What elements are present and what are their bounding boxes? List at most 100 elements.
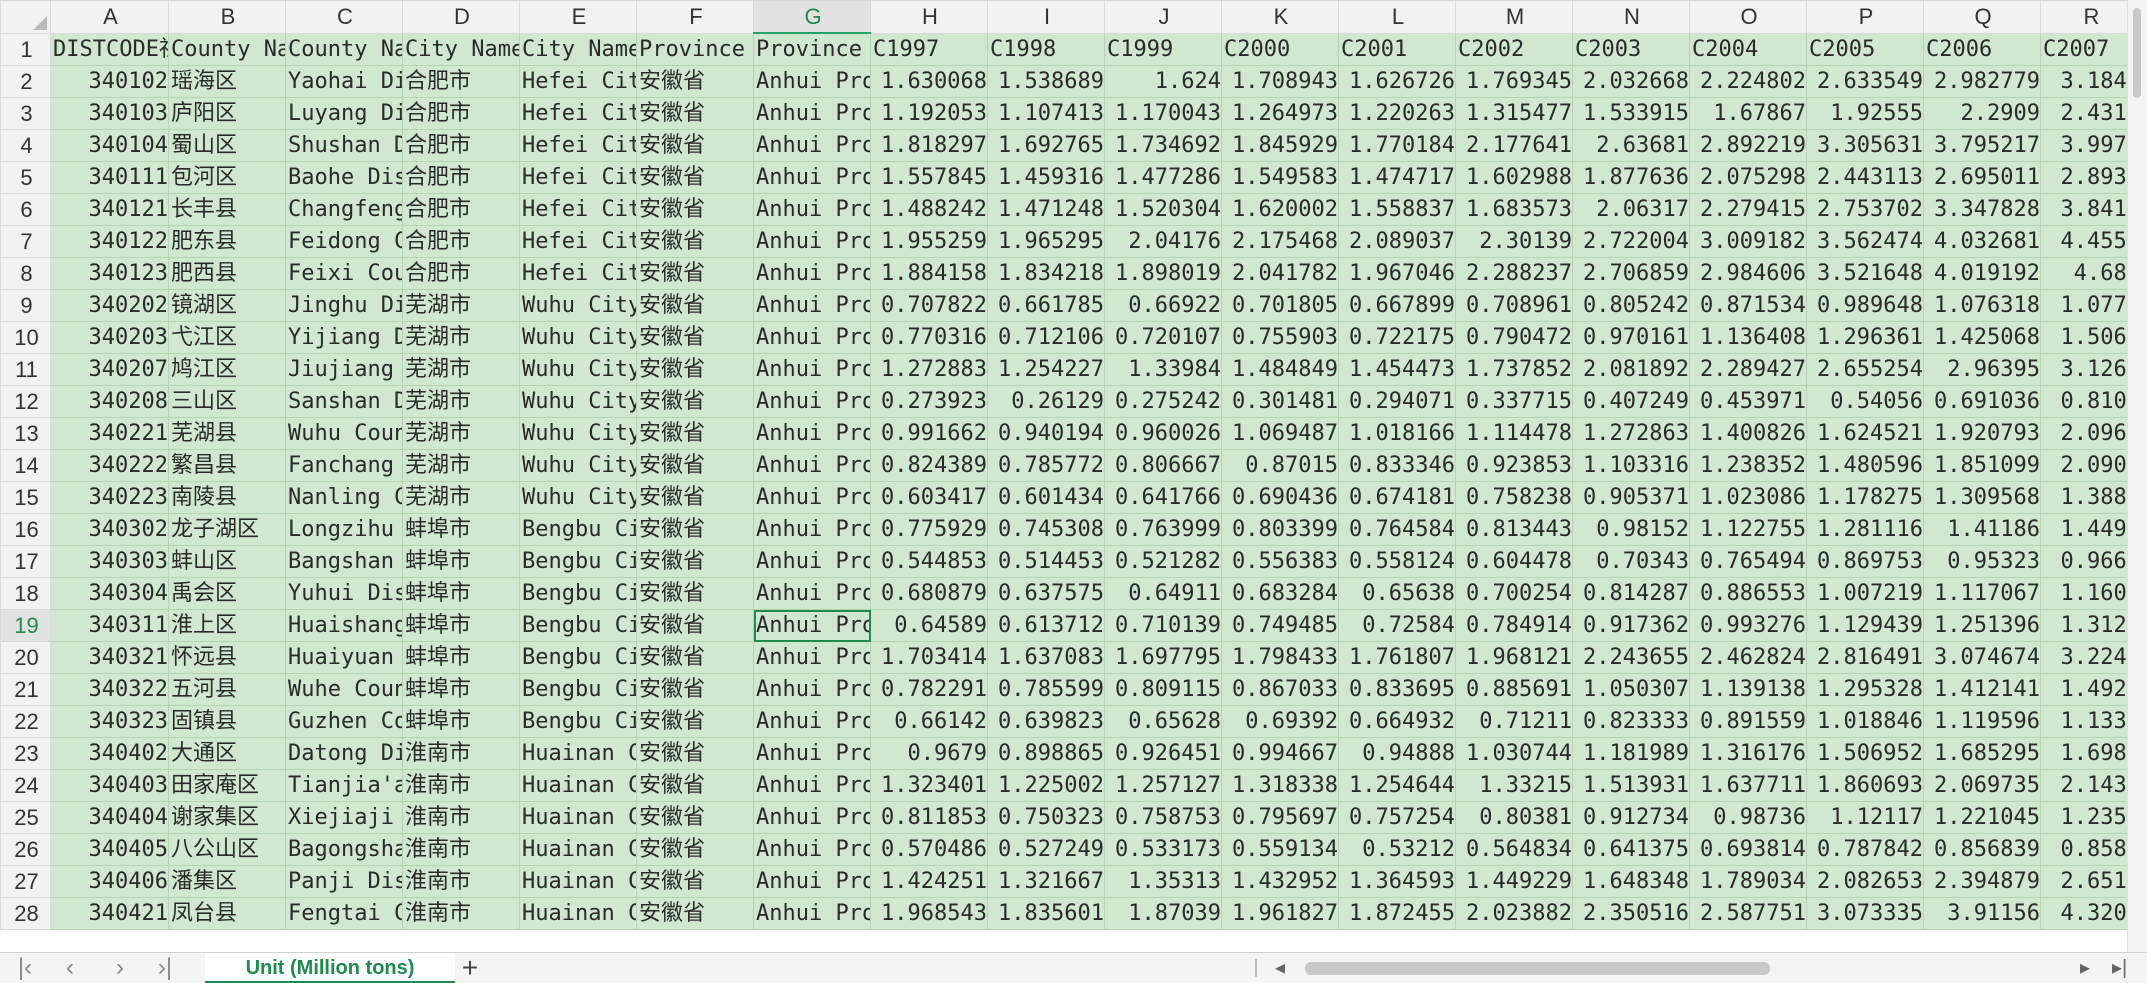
cell[interactable]: 1.538689 xyxy=(987,65,1105,98)
cell[interactable]: 0.758753 xyxy=(1104,801,1222,834)
cell[interactable]: 安徽省 xyxy=(636,449,754,482)
cell[interactable]: 安徽省 xyxy=(636,641,754,674)
column-header-a[interactable]: A xyxy=(50,0,169,34)
cell[interactable]: Bengbu Ci xyxy=(519,577,637,610)
cell[interactable]: 0.72584 xyxy=(1338,609,1456,642)
cell[interactable]: 0.683284 xyxy=(1221,577,1339,610)
cell[interactable]: 1.737852 xyxy=(1455,353,1573,386)
cell[interactable]: Anhui Pro xyxy=(753,161,871,194)
cell[interactable]: Anhui Pro xyxy=(753,353,871,386)
cell[interactable]: Wuhu City xyxy=(519,481,637,514)
cell[interactable]: 1.872455 xyxy=(1338,897,1456,930)
cell[interactable]: Jinghu Di xyxy=(285,289,403,322)
cell[interactable]: 合肥市 xyxy=(402,161,520,194)
column-header-m[interactable]: M xyxy=(1455,0,1573,34)
cell[interactable]: 安徽省 xyxy=(636,481,754,514)
cell[interactable]: 0.770316 xyxy=(870,321,988,354)
cell[interactable]: Anhui Pro xyxy=(753,193,871,226)
cell[interactable]: 1.769345 xyxy=(1455,65,1573,98)
cell[interactable]: 1.968543 xyxy=(870,897,988,930)
cell[interactable]: Guzhen Co xyxy=(285,705,403,738)
cell[interactable]: 0.301481 xyxy=(1221,385,1339,418)
cell[interactable]: 1.114478 xyxy=(1455,417,1573,450)
cell[interactable]: 0.905371 xyxy=(1572,481,1690,514)
cell[interactable]: 0.9662 xyxy=(2040,545,2128,578)
cell[interactable]: 繁昌县 xyxy=(168,449,286,482)
cell[interactable]: 0.722175 xyxy=(1338,321,1456,354)
cell[interactable]: Anhui Pro xyxy=(753,641,871,674)
first-sheet-icon[interactable]: |‹ xyxy=(10,955,40,981)
cell[interactable]: 1.965295 xyxy=(987,225,1105,258)
cell[interactable]: 1.178275 xyxy=(1806,481,1924,514)
row-header[interactable]: 28 xyxy=(0,897,51,930)
cell[interactable]: 2.069735 xyxy=(1923,769,2041,802)
cell[interactable]: 淮南市 xyxy=(402,833,520,866)
cell[interactable]: 长丰县 xyxy=(168,193,286,226)
column-header-j[interactable]: J xyxy=(1104,0,1222,34)
cell[interactable]: 1.851099 xyxy=(1923,449,2041,482)
header-cell[interactable]: DISTCODE社 xyxy=(50,32,169,66)
cell[interactable]: Datong Di xyxy=(285,737,403,770)
header-cell[interactable]: C2000 xyxy=(1221,32,1339,66)
cell[interactable]: 340322 xyxy=(50,673,169,706)
cell[interactable]: Bengbu Ci xyxy=(519,545,637,578)
cell[interactable]: 3.795217 xyxy=(1923,129,2041,162)
cell[interactable]: Anhui Pro xyxy=(753,449,871,482)
cell[interactable]: 0.833346 xyxy=(1338,449,1456,482)
header-cell[interactable]: C1999 xyxy=(1104,32,1222,66)
cell[interactable]: 3.521648 xyxy=(1806,257,1924,290)
cell[interactable]: Anhui Pro xyxy=(753,673,871,706)
cell[interactable]: 0.813443 xyxy=(1455,513,1573,546)
cell[interactable]: 0.749485 xyxy=(1221,609,1339,642)
cell[interactable]: Anhui Pro xyxy=(753,65,871,98)
cell[interactable]: 1.477286 xyxy=(1104,161,1222,194)
cell[interactable]: Bengbu Ci xyxy=(519,705,637,738)
cell[interactable]: 340123 xyxy=(50,257,169,290)
cell[interactable]: 2.2909 xyxy=(1923,97,2041,130)
cell[interactable]: 1.480596 xyxy=(1806,449,1924,482)
cell[interactable]: 淮南市 xyxy=(402,801,520,834)
cell[interactable]: 1.364593 xyxy=(1338,865,1456,898)
header-cell[interactable]: C2004 xyxy=(1689,32,1807,66)
cell[interactable]: 三山区 xyxy=(168,385,286,418)
cell[interactable]: 0.763999 xyxy=(1104,513,1222,546)
cell[interactable]: Anhui Pro xyxy=(753,321,871,354)
cell[interactable]: 0.521282 xyxy=(1104,545,1222,578)
cell[interactable]: 0.54056 xyxy=(1806,385,1924,418)
header-cell[interactable]: Province xyxy=(753,32,871,66)
cell[interactable]: 0.701805 xyxy=(1221,289,1339,322)
cell[interactable]: Bengbu Ci xyxy=(519,641,637,674)
cell[interactable]: 0.960026 xyxy=(1104,417,1222,450)
prev-sheet-icon[interactable]: ‹ xyxy=(55,955,85,981)
cell[interactable]: Anhui Pro xyxy=(753,225,871,258)
cell[interactable]: 340221 xyxy=(50,417,169,450)
cell[interactable]: 0.720107 xyxy=(1104,321,1222,354)
cell[interactable]: Anhui Pro xyxy=(753,481,871,514)
cell[interactable]: 0.885691 xyxy=(1455,673,1573,706)
cell[interactable]: Yaohai Di xyxy=(285,65,403,98)
cell[interactable]: 3.1261 xyxy=(2040,353,2128,386)
cell[interactable]: 淮上区 xyxy=(168,609,286,642)
cell[interactable]: 芜湖市 xyxy=(402,353,520,386)
cell[interactable]: 1.734692 xyxy=(1104,129,1222,162)
column-header-c[interactable]: C xyxy=(285,0,403,34)
cell[interactable]: 1.770184 xyxy=(1338,129,1456,162)
cell[interactable]: 0.803399 xyxy=(1221,513,1339,546)
cell[interactable]: 芜湖市 xyxy=(402,481,520,514)
cell[interactable]: 1.834218 xyxy=(987,257,1105,290)
cell[interactable]: 安徽省 xyxy=(636,257,754,290)
cell[interactable]: 1.136408 xyxy=(1689,321,1807,354)
cell[interactable]: 3.347828 xyxy=(1923,193,2041,226)
cell[interactable]: 镜湖区 xyxy=(168,289,286,322)
cell[interactable]: 1.272863 xyxy=(1572,417,1690,450)
cell[interactable]: 芜湖市 xyxy=(402,289,520,322)
cell[interactable]: 3.009182 xyxy=(1689,225,1807,258)
cell[interactable]: Yuhui Dis xyxy=(285,577,403,610)
cell[interactable]: 0.867033 xyxy=(1221,673,1339,706)
cell[interactable]: Anhui Pro xyxy=(753,385,871,418)
cell[interactable]: 蚌埠市 xyxy=(402,673,520,706)
cell[interactable]: 2.655254 xyxy=(1806,353,1924,386)
cell[interactable]: Anhui Pro xyxy=(753,833,871,866)
cell[interactable]: 0.782291 xyxy=(870,673,988,706)
cell[interactable]: 2.892219 xyxy=(1689,129,1807,162)
